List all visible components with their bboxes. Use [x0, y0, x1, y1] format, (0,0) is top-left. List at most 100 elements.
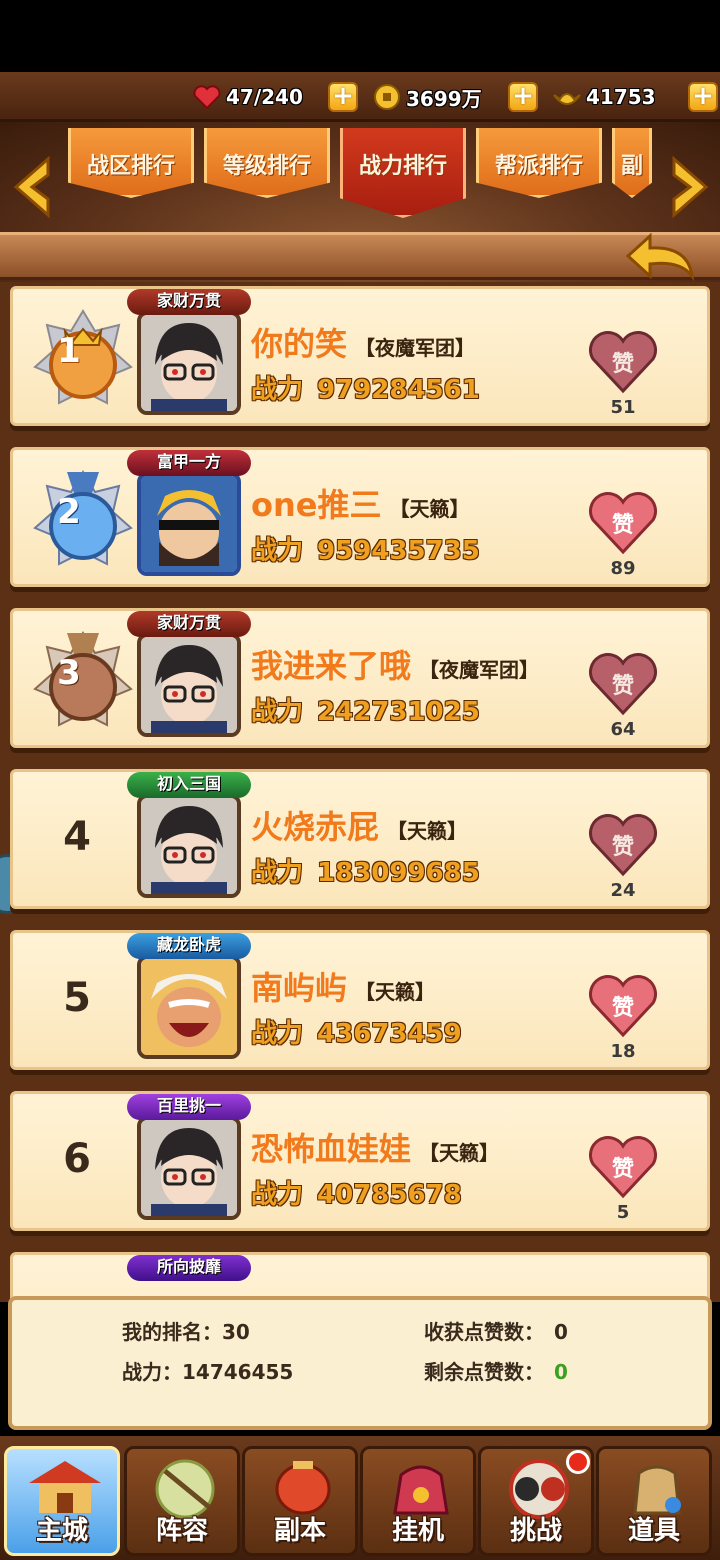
- nav-challenge-label: 挑战: [509, 1516, 562, 1546]
- title-badge: 藏龙卧虎: [127, 933, 251, 959]
- gold-ingot-icon: [552, 82, 582, 112]
- like-count: 5: [616, 1202, 630, 1223]
- ranking-row: 3 家财万贯 我进来了哦 【夜魔军团】 战力 242731025 赞 64: [10, 608, 710, 748]
- player-name-line: 火烧赤屁 【天籁】: [251, 802, 467, 848]
- guild-name: 【天籁】: [389, 497, 470, 521]
- like-heart-icon[interactable]: 赞: [587, 490, 659, 556]
- like-heart-icon[interactable]: 赞: [587, 973, 659, 1039]
- resource-bar: 47/240 + 3699万 + 41753 +: [0, 72, 720, 122]
- nav-lineup[interactable]: 阵容: [124, 1446, 240, 1556]
- scroll-right-button[interactable]: [666, 152, 714, 222]
- coin-icon: [372, 82, 402, 112]
- ingots-value: 41753: [586, 85, 656, 109]
- player-name-line: 南屿屿 【天籁】: [251, 963, 435, 1009]
- power-value: 242731025: [317, 697, 480, 727]
- svg-text:赞: 赞: [611, 996, 634, 1021]
- svg-text:赞: 赞: [611, 1157, 634, 1182]
- player-name: 火烧赤屁: [251, 808, 380, 846]
- my-rank-line: 我的排名：30: [122, 1316, 250, 1345]
- power-label: 战力: [251, 697, 304, 727]
- like-heart-icon[interactable]: 赞: [587, 812, 659, 878]
- scroll-left-button[interactable]: [8, 152, 56, 222]
- heart-stamina-icon: [192, 82, 222, 112]
- like-count: 18: [610, 1041, 636, 1062]
- add-ingots-button[interactable]: +: [688, 82, 718, 112]
- player-avatar[interactable]: [137, 794, 241, 898]
- tab-shelf: [0, 232, 720, 280]
- power-value: 43673459: [317, 1019, 462, 1049]
- add-stamina-button[interactable]: +: [328, 82, 358, 112]
- player-name-line: 你的笑 【夜魔军团】: [251, 319, 475, 365]
- my-ranking-panel: 我的排名：30 战力：14746455 收获点赞数： 0 剩余点赞数： 0: [8, 1296, 712, 1430]
- power-label: 战力: [251, 1019, 304, 1049]
- ranking-row: 4 初入三国 火烧赤屁 【天籁】 战力 183099685 赞 24: [10, 769, 710, 909]
- rank-number: 4: [63, 814, 91, 860]
- guild-name: 【天籁】: [387, 819, 468, 843]
- guild-name: 【夜魔军团】: [355, 336, 476, 360]
- ranking-list[interactable]: 1 家财万贯 你的笑 【夜魔军团】 战力 979284561 赞 51 2 富甲一方…: [0, 282, 720, 1302]
- player-avatar[interactable]: [137, 311, 241, 415]
- guild-name: 【天籁】: [355, 980, 436, 1004]
- like-heart-icon[interactable]: 赞: [587, 329, 659, 395]
- power-value: 959435735: [317, 536, 480, 566]
- coins-value: 3699万: [406, 86, 482, 111]
- power-line: 战力 959435735: [251, 530, 480, 567]
- player-name-line: 我进来了哦 【夜魔军团】: [251, 641, 539, 687]
- like-count: 64: [610, 719, 636, 740]
- coins-resource: 3699万: [372, 80, 482, 114]
- like-heart-icon[interactable]: 赞: [587, 1134, 659, 1200]
- received-likes-line: 收获点赞数： 0: [424, 1316, 568, 1345]
- power-label: 战力: [251, 858, 304, 888]
- remaining-likes-value: 0: [554, 1360, 568, 1384]
- player-avatar[interactable]: [137, 955, 241, 1059]
- ranking-row: 1 家财万贯 你的笑 【夜魔军团】 战力 979284561 赞 51: [10, 286, 710, 426]
- svg-text:赞: 赞: [611, 352, 634, 377]
- ranking-row: 2 富甲一方 one推三 【天籁】 战力 959435735 赞 89: [10, 447, 710, 587]
- nav-main-city[interactable]: 主城: [4, 1446, 120, 1556]
- stamina-value: 47/240: [226, 85, 303, 109]
- power-value: 979284561: [317, 375, 480, 405]
- remaining-likes-label: 剩余点赞数：: [424, 1360, 544, 1384]
- ingots-resource: 41753: [552, 80, 656, 114]
- player-avatar[interactable]: [137, 472, 241, 576]
- player-avatar[interactable]: [137, 633, 241, 737]
- status-bar: [0, 0, 720, 72]
- power-line: 战力 242731025: [251, 691, 480, 728]
- my-power-label: 战力：: [122, 1360, 182, 1384]
- like-heart-icon[interactable]: 赞: [587, 651, 659, 717]
- challenge-notification-dot: [566, 1450, 590, 1474]
- guild-name: 【夜魔军团】: [419, 658, 540, 682]
- player-avatar[interactable]: [137, 1116, 241, 1220]
- nav-lineup-label: 阵容: [155, 1516, 208, 1546]
- title-badge: 初入三国: [127, 772, 251, 798]
- svg-text:赞: 赞: [611, 513, 634, 538]
- ranking-row: 5 藏龙卧虎 南屿屿 【天籁】 战力 43673459 赞 18: [10, 930, 710, 1070]
- nav-main-city-label: 主城: [35, 1516, 88, 1546]
- chevron-left-icon: [13, 155, 50, 219]
- nav-idle[interactable]: 挂机: [360, 1446, 476, 1556]
- nav-dungeon[interactable]: 副本: [242, 1446, 358, 1556]
- nav-idle-label: 挂机: [391, 1516, 444, 1546]
- player-name: one推三: [251, 486, 382, 524]
- like-count: 89: [610, 558, 636, 579]
- player-name: 你的笑: [251, 325, 348, 363]
- power-line: 战力 183099685: [251, 852, 480, 889]
- player-name-line: one推三 【天籁】: [251, 480, 469, 526]
- svg-text:赞: 赞: [611, 674, 634, 699]
- like-count: 24: [610, 880, 636, 901]
- add-coins-button[interactable]: +: [508, 82, 538, 112]
- my-rank-value: 30: [222, 1320, 250, 1344]
- power-label: 战力: [251, 375, 304, 405]
- player-name-line: 恐怖血娃娃 【天籁】: [251, 1124, 499, 1170]
- player-name: 我进来了哦: [251, 647, 412, 685]
- title-badge: 百里挑一: [127, 1094, 251, 1120]
- nav-items[interactable]: 道具: [596, 1446, 712, 1556]
- power-value: 40785678: [317, 1180, 462, 1210]
- received-likes-value: 0: [554, 1320, 568, 1344]
- power-value: 183099685: [317, 858, 480, 888]
- nav-dungeon-label: 副本: [273, 1516, 326, 1546]
- power-label: 战力: [251, 536, 304, 566]
- power-line: 战力 979284561: [251, 369, 480, 406]
- ranking-row: 所向披靡: [10, 1252, 710, 1302]
- stamina-resource: 47/240: [192, 80, 303, 114]
